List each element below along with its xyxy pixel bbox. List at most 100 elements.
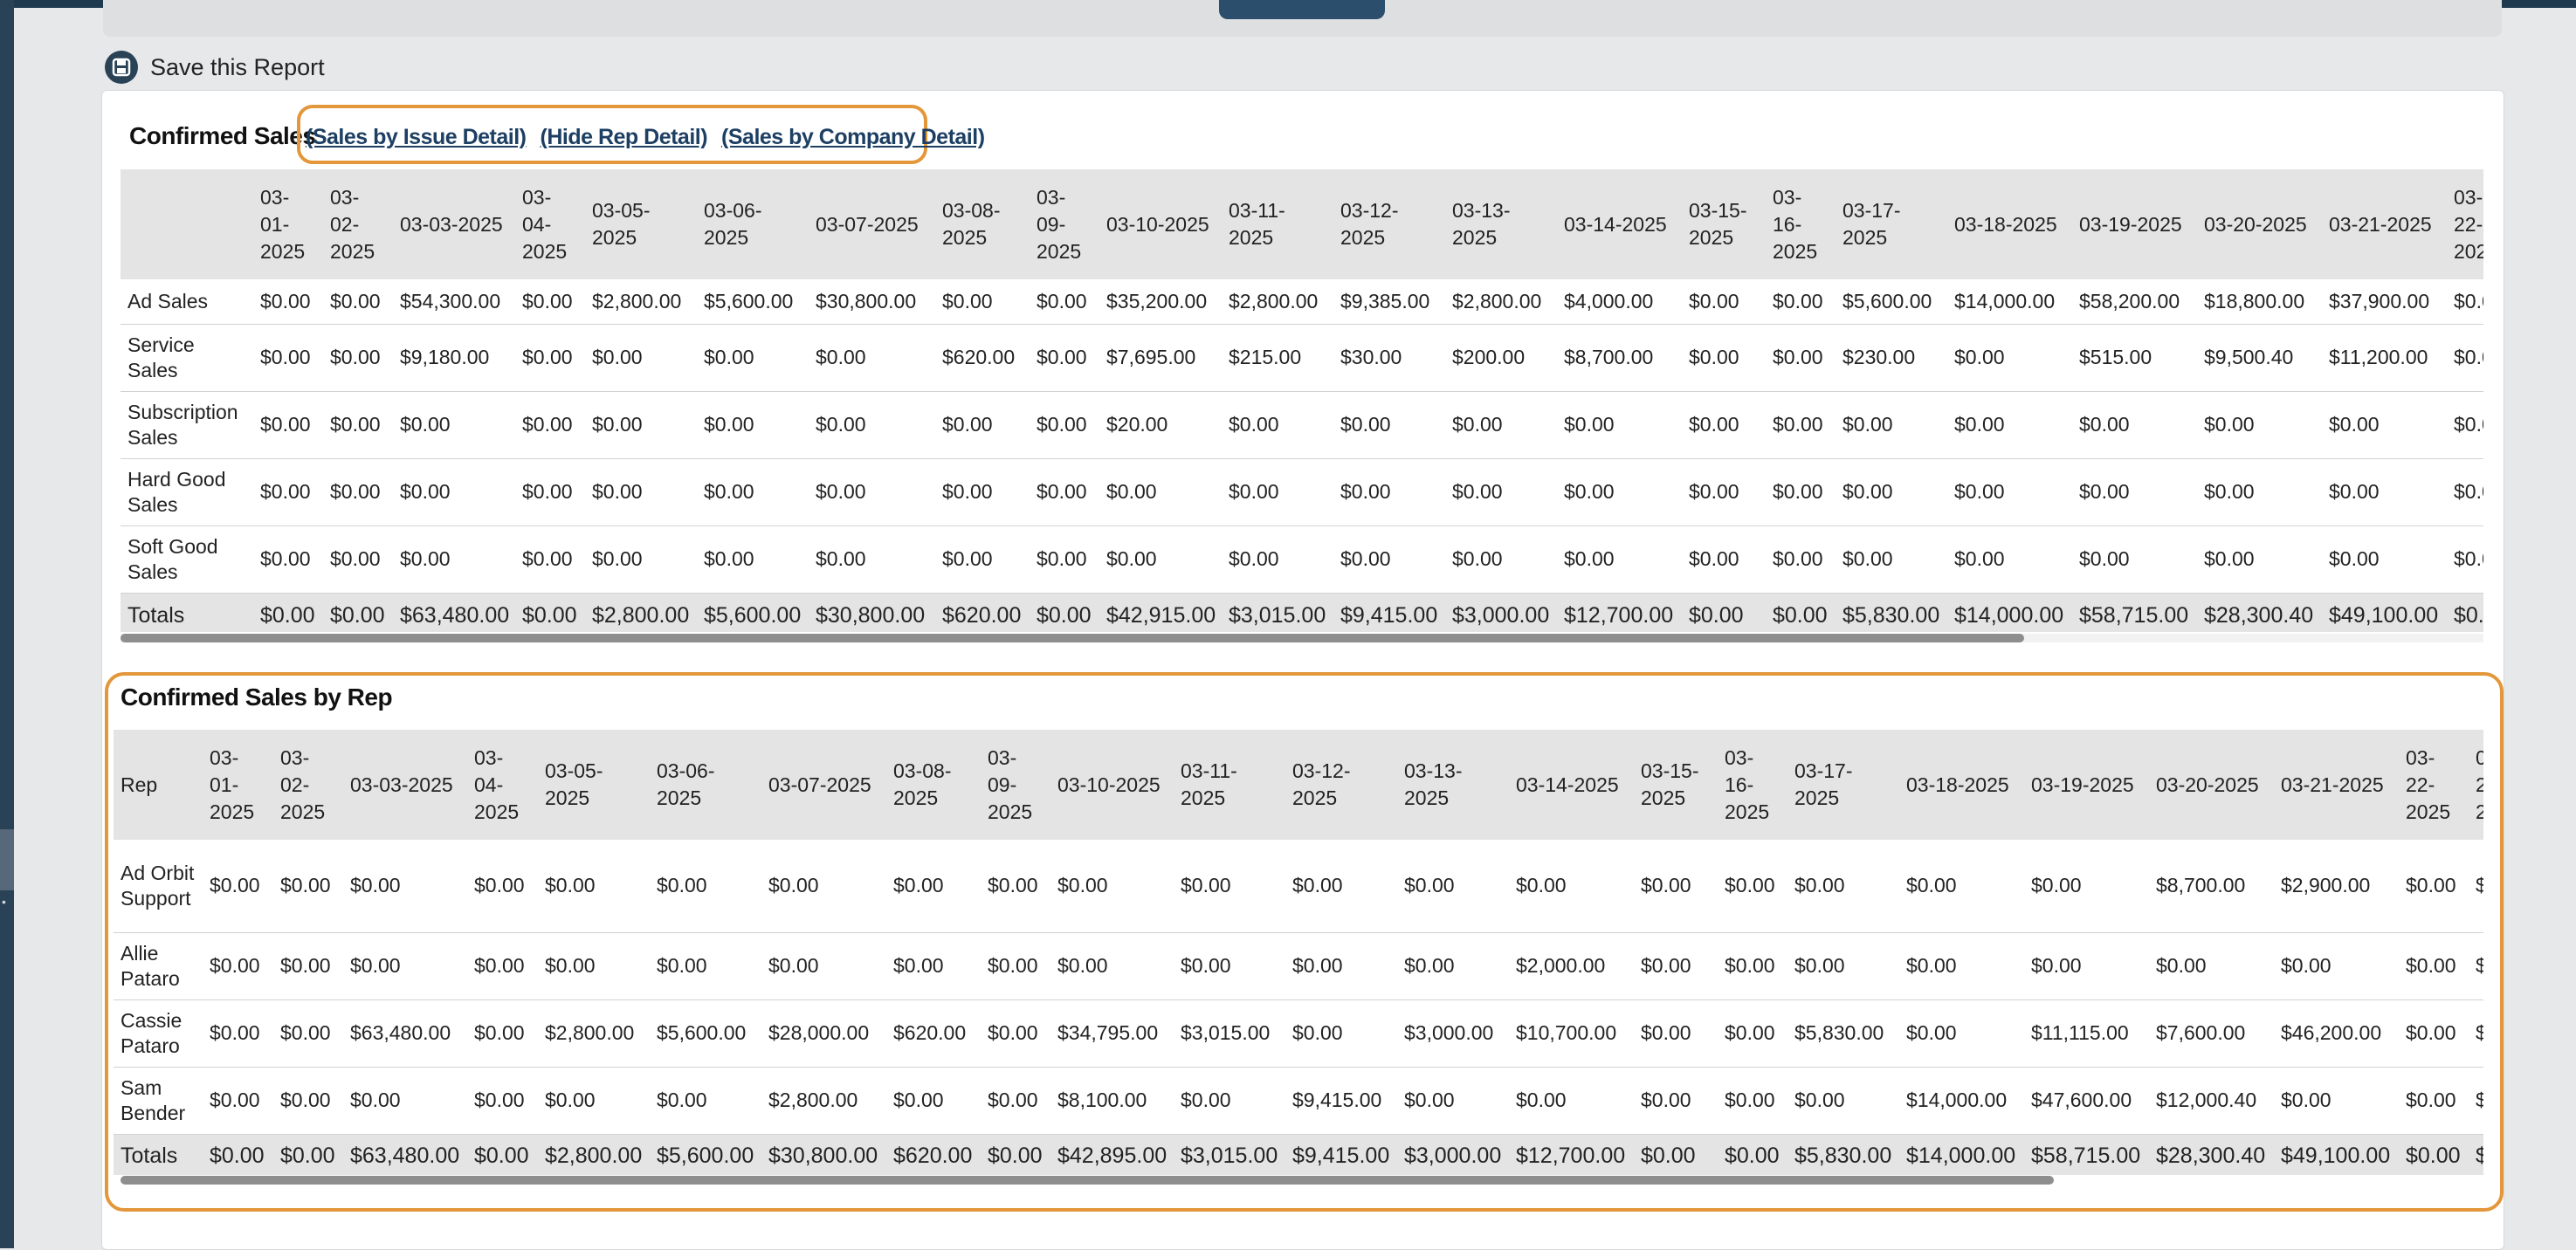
date-header[interactable]: 03-07-2025	[809, 169, 935, 279]
sales-by-company-detail-link[interactable]: (Sales by Company Detail)	[721, 125, 985, 150]
value-cell: $0.00	[467, 840, 538, 933]
value-cell: $11,200.00	[2322, 324, 2447, 392]
value-cell: $0.00	[1509, 1067, 1634, 1135]
date-header[interactable]: 03-18-2025	[1947, 169, 2072, 279]
value-cell: $0.00	[1397, 932, 1509, 1000]
value-cell: $0.00	[1947, 324, 2072, 392]
date-header[interactable]: 03-14-2025	[1509, 730, 1634, 840]
date-header[interactable]: 03-04-2025	[515, 169, 585, 279]
value-cell: $0.00	[650, 840, 761, 933]
date-header[interactable]: 03-06-2025	[697, 169, 809, 279]
value-cell: $0.00	[273, 1067, 343, 1135]
date-header[interactable]: 03-04-2025	[467, 730, 538, 840]
totals-cell: $2,800.00	[585, 593, 697, 632]
value-cell: $0.00	[1174, 840, 1285, 933]
panel-toggle-handle[interactable]	[1219, 0, 1385, 19]
date-header[interactable]: 03-22-2025	[2447, 169, 2483, 279]
date-header[interactable]: 03-19-2025	[2024, 730, 2149, 840]
value-cell: $0.00	[809, 525, 935, 594]
table1-scrollbar[interactable]	[121, 634, 2024, 642]
date-header[interactable]: 03-15-2025	[1634, 730, 1718, 840]
value-cell: $0.00	[1682, 391, 1766, 459]
date-header[interactable]: 03-21-2025	[2274, 730, 2399, 840]
value-cell: $58,200.00	[2072, 279, 2197, 325]
value-cell: $0.00	[2399, 999, 2469, 1068]
date-header[interactable]: 03-12-2025	[1285, 730, 1397, 840]
date-header[interactable]: 03-08-2025	[935, 169, 1030, 279]
date-header[interactable]: 03-20-2025	[2197, 169, 2322, 279]
date-header[interactable]: 03-21-2025	[2322, 169, 2447, 279]
value-cell: $18,800.00	[2197, 279, 2322, 325]
date-header[interactable]: 03-05-2025	[538, 730, 650, 840]
value-cell: $0.00	[393, 391, 515, 459]
date-header[interactable]: 03-10-2025	[1099, 169, 1222, 279]
value-cell: $5,600.00	[650, 999, 761, 1068]
value-cell: $2,800.00	[1222, 279, 1333, 325]
sales-by-issue-detail-link[interactable]: (Sales by Issue Detail)	[306, 125, 527, 150]
date-header[interactable]: 03-10-2025	[1050, 730, 1174, 840]
date-header[interactable]: 03-13-2025	[1445, 169, 1557, 279]
save-report-label[interactable]: Save this Report	[150, 54, 325, 81]
value-cell: $0.00	[1787, 840, 1899, 933]
totals-cell: $0.	[2469, 1134, 2483, 1175]
date-header[interactable]: 03-19-2025	[2072, 169, 2197, 279]
date-header[interactable]: 03-13-2025	[1397, 730, 1509, 840]
value-cell: $0.00	[203, 999, 273, 1068]
date-header[interactable]: 03-02-2025	[323, 169, 393, 279]
value-cell: $0.00	[2274, 1067, 2399, 1135]
value-cell: $0.00	[886, 932, 981, 1000]
rail-dot-icon: •	[2, 895, 6, 909]
totals-cell: $0.00	[323, 593, 393, 632]
date-header[interactable]: 03-03-2025	[393, 169, 515, 279]
table2-scrollbar[interactable]	[121, 1176, 2054, 1185]
date-header[interactable]: 03-17-2025	[1787, 730, 1899, 840]
date-header[interactable]: 03-06-2025	[650, 730, 761, 840]
sales-by-rep-table-wrap[interactable]: Rep 03-01-2025 03-02-2025 03-03-2025 03-04-2…	[114, 730, 2483, 1175]
date-header[interactable]: 03-08-2025	[886, 730, 981, 840]
date-header[interactable]: 03-01-2025	[253, 169, 323, 279]
table-row: Allie Pataro $0.00 $0.00 $0.00 $0.00 $0.00 $0.…	[114, 932, 2483, 1000]
value-cell: $0.00	[981, 1067, 1050, 1135]
confirmed-sales-table-wrap[interactable]: 03-01-2025 03-02-2025 03-03-2025 03-04-2025…	[121, 169, 2483, 632]
totals-row: Totals $0.00 $0.00 $63,480.00 $0.00 $2,800.00…	[121, 593, 2483, 632]
save-report[interactable]: Save this Report	[105, 51, 325, 84]
value-cell: $0.00	[1947, 525, 2072, 594]
date-header[interactable]: 03-11-2025	[1174, 730, 1285, 840]
date-header[interactable]: 03-03-2025	[343, 730, 467, 840]
value-cell: $0.00	[1030, 279, 1099, 325]
value-cell: $0.00	[2399, 1067, 2469, 1135]
date-header[interactable]: 03-23-2025	[2469, 730, 2483, 840]
date-header[interactable]: 03-02-2025	[273, 730, 343, 840]
value-cell: $0.00	[1836, 391, 1947, 459]
left-rail-tab[interactable]	[0, 829, 14, 890]
date-header[interactable]: 03-12-2025	[1333, 169, 1445, 279]
value-cell: $0.00	[273, 840, 343, 933]
date-header[interactable]: 03-05-2025	[585, 169, 697, 279]
totals-cell: $14,000.00	[1947, 593, 2072, 632]
totals-cell: $0.00	[203, 1134, 273, 1175]
date-header[interactable]: 03-18-2025	[1899, 730, 2024, 840]
value-cell: $0.00	[253, 458, 323, 526]
date-header[interactable]: 03-16-2025	[1718, 730, 1787, 840]
date-header[interactable]: 03-07-2025	[761, 730, 886, 840]
date-header[interactable]: 03-17-2025	[1836, 169, 1947, 279]
totals-cell: $42,915.00	[1099, 593, 1222, 632]
date-header[interactable]: 03-20-2025	[2149, 730, 2274, 840]
totals-cell: $12,700.00	[1557, 593, 1682, 632]
date-header[interactable]: 03-09-2025	[981, 730, 1050, 840]
value-cell: $14,000.00	[1899, 1067, 2024, 1135]
value-cell: $3,000.00	[1397, 999, 1509, 1068]
hide-rep-detail-link[interactable]: (Hide Rep Detail)	[541, 125, 708, 150]
date-header[interactable]: 03-11-2025	[1222, 169, 1333, 279]
value-cell: $0.00	[761, 840, 886, 933]
totals-cell: $49,100.00	[2322, 593, 2447, 632]
value-cell: $0.00	[1222, 458, 1333, 526]
date-header[interactable]: 03-14-2025	[1557, 169, 1682, 279]
date-header[interactable]: 03-09-2025	[1030, 169, 1099, 279]
value-cell: $0.00	[1787, 932, 1899, 1000]
value-cell: $0.00	[1899, 999, 2024, 1068]
date-header[interactable]: 03-01-2025	[203, 730, 273, 840]
date-header[interactable]: 03-15-2025	[1682, 169, 1766, 279]
date-header[interactable]: 03-16-2025	[1766, 169, 1836, 279]
date-header[interactable]: 03-22-2025	[2399, 730, 2469, 840]
